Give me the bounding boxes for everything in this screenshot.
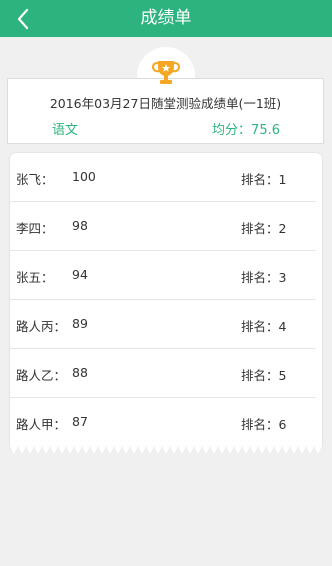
torn-edge	[10, 446, 322, 454]
page-title: 成绩单	[140, 8, 192, 28]
list-item[interactable]: 路人乙： 88 排名：5	[10, 349, 316, 398]
list-item[interactable]: 李四： 98 排名：2	[10, 202, 316, 251]
top-bar: 成绩单	[0, 0, 332, 37]
student-rank: 排名：5	[241, 368, 287, 383]
average-score: 均分：75.6	[212, 123, 280, 138]
student-name: 路人甲：	[16, 417, 67, 432]
score-list: 张飞： 100 排名：1 李四： 98 排名：2 张五： 94 排名：3 路人丙…	[10, 153, 322, 456]
student-score: 89	[72, 316, 88, 331]
student-rank: 排名：2	[241, 221, 287, 236]
list-item[interactable]: 张飞： 100 排名：1	[10, 153, 316, 202]
student-score: 87	[72, 414, 88, 429]
trophy-icon	[151, 57, 181, 87]
student-score: 98	[72, 218, 88, 233]
student-name: 张五：	[16, 270, 54, 285]
student-name: 张飞：	[16, 172, 54, 187]
student-score: 88	[72, 365, 88, 380]
list-item[interactable]: 路人丙： 89 排名：4	[10, 300, 316, 349]
student-rank: 排名：1	[241, 172, 287, 187]
student-rank: 排名：4	[241, 319, 287, 334]
student-rank: 排名：6	[241, 417, 287, 432]
report-title: 2016年03月27日随堂测验成绩单(一1班)	[49, 96, 282, 111]
subject-label: 语文	[52, 123, 79, 138]
list-item[interactable]: 路人甲： 87 排名：6	[10, 398, 316, 446]
student-rank: 排名：3	[241, 270, 287, 285]
student-score: 94	[72, 267, 88, 282]
student-name: 路人丙：	[16, 319, 67, 334]
student-score: 100	[72, 169, 96, 184]
list-item[interactable]: 张五： 94 排名：3	[10, 251, 316, 300]
student-name: 李四：	[16, 221, 54, 236]
student-name: 路人乙：	[16, 368, 67, 383]
report-header-card: 2016年03月27日随堂测验成绩单(一1班) 语文 均分：75.6	[7, 78, 324, 144]
